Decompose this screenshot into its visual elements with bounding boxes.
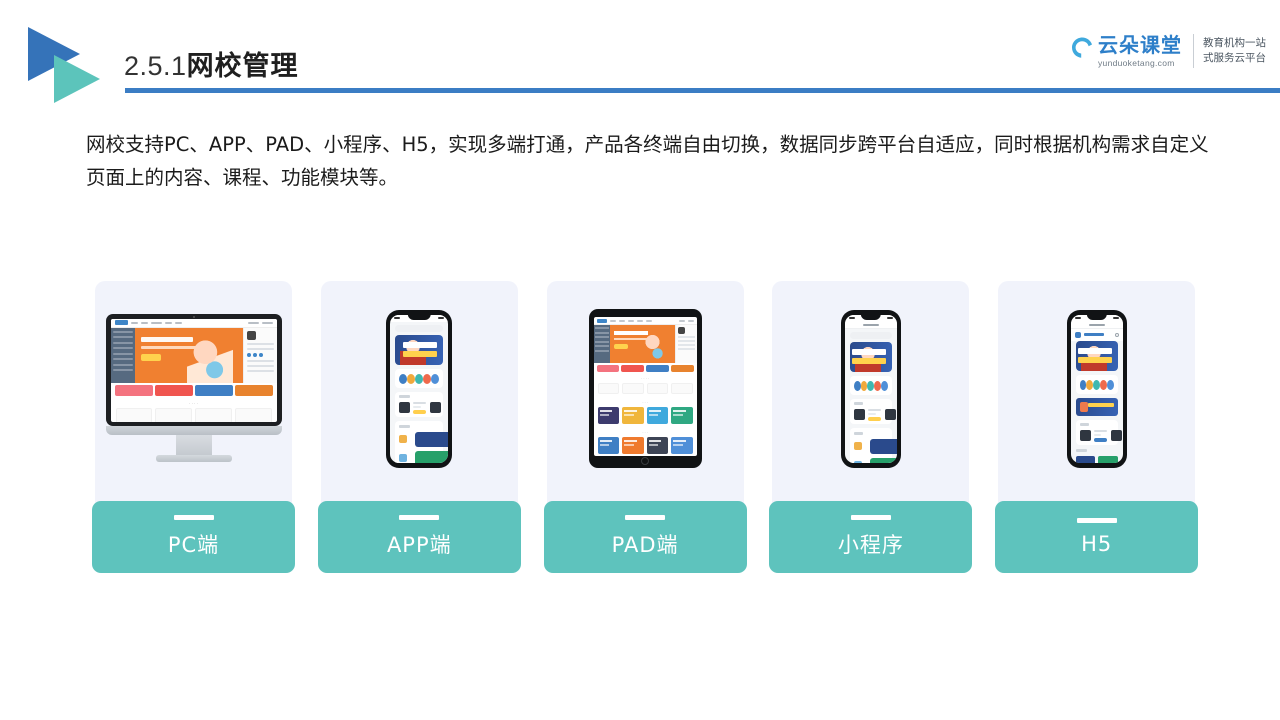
platform-label: H5: [1081, 532, 1113, 556]
device-mockup-phone-miniprogram: [772, 281, 969, 496]
platform-button-pad[interactable]: PAD端: [543, 501, 747, 573]
double-triangle-logo-icon: [28, 27, 118, 103]
platform-card-h5[interactable]: H5: [995, 281, 1199, 573]
platform-card-pc[interactable]: · · · · PC端: [92, 281, 295, 573]
brand-tagline-line2: 式服务云平台: [1203, 52, 1266, 64]
page-title: 2.5.1 网校管理: [124, 44, 299, 83]
button-bar-icon: [173, 515, 214, 520]
platform-label: 小程序: [837, 533, 904, 557]
miniprogram-phone-icon: [840, 309, 901, 468]
button-bar-icon: [850, 515, 891, 520]
platform-card-miniprogram[interactable]: 小程序: [769, 281, 973, 573]
platform-button-pc[interactable]: PC端: [92, 501, 295, 573]
brand-tagline: 教育机构一站 式服务云平台: [1203, 36, 1266, 66]
device-mockup-tablet: · · · · · · · · · ·: [547, 281, 744, 496]
platform-card-pad[interactable]: · · · · · · · · · · PAD端: [543, 281, 747, 573]
cloud-icon: [1072, 37, 1092, 58]
platform-button-miniprogram[interactable]: 小程序: [769, 501, 973, 573]
button-bar-icon: [1076, 518, 1117, 523]
device-mockup-phone-app: [321, 281, 518, 496]
brand-divider: [1193, 34, 1194, 68]
platform-button-h5[interactable]: H5: [995, 501, 1199, 573]
platform-button-app[interactable]: APP端: [317, 501, 521, 573]
brand-url: yunduoketang.com: [1098, 57, 1175, 68]
brand-name: 云朵课堂: [1098, 32, 1182, 57]
platform-card-list: · · · · PC端 APP端 · · · · · · · · · · PAD…: [92, 281, 1199, 573]
slide-root: 2.5.1 网校管理 云朵课堂 yunduoketang.com 教育机构一站 …: [0, 0, 1280, 720]
title-number: 2.5.1: [124, 51, 187, 81]
body-paragraph: 网校支持PC、APP、PAD、小程序、H5，实现多端打通，产品各终端自由切换，数…: [86, 133, 1209, 189]
device-mockup-phone-h5: [998, 281, 1195, 496]
title-underline: [125, 88, 1280, 93]
button-bar-icon: [625, 515, 666, 520]
brand-tagline-line1: 教育机构一站: [1203, 36, 1266, 49]
brand-logo: 云朵课堂 yunduoketang.com 教育机构一站 式服务云平台: [1072, 32, 1266, 68]
monitor-icon: · · · ·: [105, 313, 282, 464]
platform-label: PAD端: [611, 533, 679, 557]
brand-left: 云朵课堂 yunduoketang.com: [1072, 32, 1182, 68]
phone-icon: [386, 309, 453, 468]
platform-label: APP端: [386, 533, 452, 557]
slide-header: 2.5.1 网校管理 云朵课堂 yunduoketang.com 教育机构一站 …: [0, 0, 1280, 110]
h5-phone-icon: [1066, 309, 1127, 468]
title-text: 网校管理: [186, 51, 299, 82]
tablet-icon: · · · · · · · · · ·: [588, 309, 702, 468]
device-mockup-monitor: · · · ·: [95, 281, 292, 496]
platform-label: PC端: [167, 533, 220, 557]
platform-card-app[interactable]: APP端: [317, 281, 521, 573]
triangle-teal-icon: [54, 55, 100, 103]
button-bar-icon: [399, 515, 440, 520]
